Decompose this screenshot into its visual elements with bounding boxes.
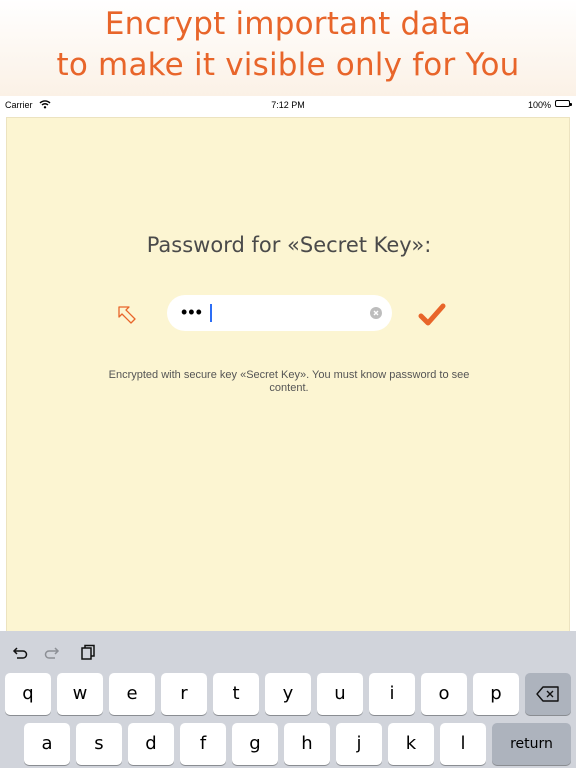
hint-arrow-icon[interactable] (116, 304, 138, 326)
backspace-icon (536, 686, 559, 702)
key-g[interactable]: g (232, 723, 278, 765)
clock: 7:12 PM (271, 100, 305, 110)
backspace-key[interactable] (525, 673, 571, 715)
text-caret (210, 304, 212, 322)
key-w[interactable]: w (57, 673, 103, 715)
key-d[interactable]: d (128, 723, 174, 765)
battery-percent: 100% (527, 100, 551, 110)
password-input[interactable]: ••• (181, 302, 203, 323)
keyboard: q w e r t y u i o p a s d f g h j k l re… (0, 631, 576, 768)
key-e[interactable]: e (109, 673, 155, 715)
key-p[interactable]: p (473, 673, 519, 715)
key-i[interactable]: i (369, 673, 415, 715)
key-q[interactable]: q (5, 673, 51, 715)
key-l[interactable]: l (440, 723, 486, 765)
battery-icon (555, 100, 572, 107)
key-k[interactable]: k (388, 723, 434, 765)
banner-line-1: Encrypt important data (104, 6, 472, 42)
banner-line-2: to make it visible only for You (56, 47, 520, 83)
clipboard-icon[interactable] (79, 643, 97, 661)
key-t[interactable]: t (213, 673, 259, 715)
password-panel: Password for «Secret Key»: ••• Encrypted… (6, 117, 570, 637)
redo-icon[interactable] (44, 643, 62, 661)
undo-icon[interactable] (10, 643, 28, 661)
password-field[interactable]: ••• (167, 295, 392, 331)
key-o[interactable]: o (421, 673, 467, 715)
key-j[interactable]: j (336, 723, 382, 765)
return-key[interactable]: return (492, 723, 571, 765)
key-h[interactable]: h (284, 723, 330, 765)
key-u[interactable]: u (317, 673, 363, 715)
checkmark-icon[interactable] (418, 302, 446, 328)
clear-icon[interactable] (370, 307, 382, 319)
promo-banner: Encrypt important data to make it visibl… (0, 0, 576, 96)
keyboard-toolbar (0, 631, 576, 671)
password-title: Password for «Secret Key»: (146, 233, 432, 257)
key-a[interactable]: a (24, 723, 70, 765)
key-r[interactable]: r (161, 673, 207, 715)
status-bar: Carrier 7:12 PM 100% (0, 96, 576, 114)
key-s[interactable]: s (76, 723, 122, 765)
encryption-info: Encrypted with secure key «Secret Key». … (108, 369, 470, 394)
key-y[interactable]: y (265, 673, 311, 715)
key-f[interactable]: f (180, 723, 226, 765)
